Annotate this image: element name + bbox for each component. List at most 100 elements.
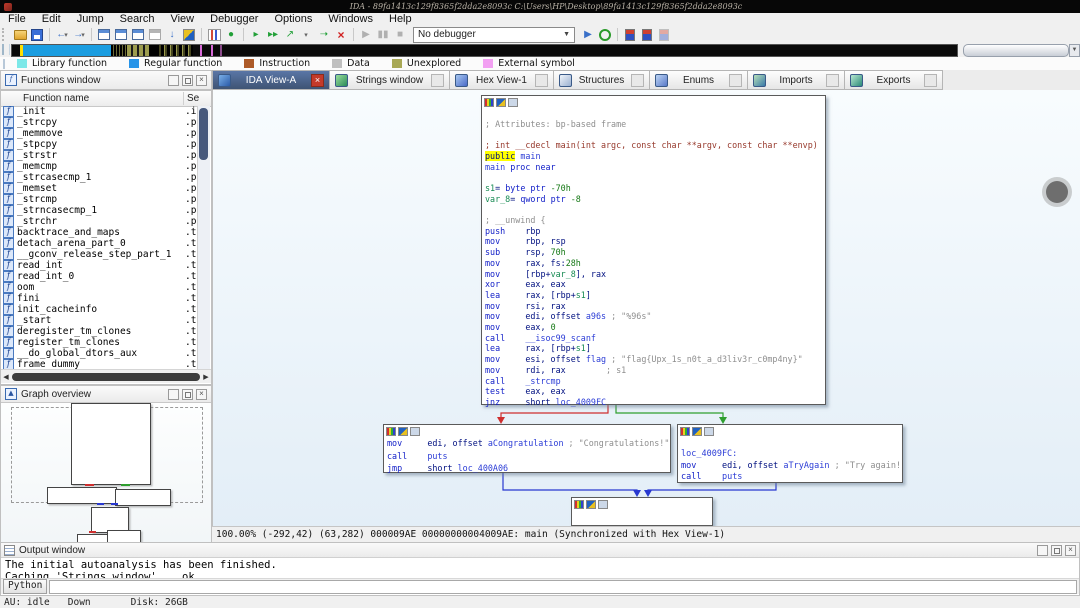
- pointer-tool-button[interactable]: ▶: [580, 27, 596, 42]
- function-row[interactable]: f _strstr .p: [1, 150, 198, 161]
- block-color-icon[interactable]: [386, 426, 396, 436]
- function-row[interactable]: f _memmove .p: [1, 128, 198, 139]
- jump-down-button[interactable]: ↓: [164, 27, 180, 42]
- block-color-icon[interactable]: [680, 426, 690, 436]
- function-row[interactable]: f fini .t: [1, 293, 198, 304]
- start-process-button[interactable]: ▶: [358, 27, 374, 42]
- navigator-button[interactable]: [206, 27, 222, 42]
- functions-close-button[interactable]: ×: [196, 74, 207, 86]
- scroll-left-icon[interactable]: ◀: [1, 373, 11, 381]
- tab-detach-icon[interactable]: [535, 73, 548, 87]
- scrollbar-thumb[interactable]: [12, 372, 200, 381]
- tab-structures[interactable]: Structures: [554, 70, 650, 90]
- refresh-button[interactable]: [597, 27, 613, 42]
- tab-detach-icon[interactable]: [729, 73, 742, 87]
- output-float-button[interactable]: [1051, 544, 1062, 556]
- function-row[interactable]: f oom .t: [1, 282, 198, 293]
- menu-item-search[interactable]: Search: [112, 13, 163, 26]
- tab-enums[interactable]: Enums: [650, 70, 748, 90]
- step-over-button[interactable]: ▸▸: [265, 27, 281, 42]
- function-row[interactable]: f _strncasecmp_1 .p: [1, 205, 198, 216]
- tab-detach-icon[interactable]: [924, 73, 937, 87]
- block-frame-icon[interactable]: [598, 499, 608, 509]
- tab-close-icon[interactable]: ×: [311, 73, 324, 87]
- function-row[interactable]: f init_cacheinfo .t: [1, 304, 198, 315]
- menu-item-help[interactable]: Help: [381, 13, 420, 26]
- functions-horizontal-scrollbar[interactable]: ◀ ▶: [1, 369, 211, 383]
- function-row[interactable]: f read_int .t: [1, 260, 198, 271]
- tab-exports[interactable]: Exports: [845, 70, 943, 90]
- save-button[interactable]: [29, 27, 45, 42]
- output-close-button[interactable]: ×: [1065, 544, 1076, 556]
- graph-overview-close-button[interactable]: ×: [196, 388, 207, 400]
- function-row[interactable]: f read_int_0 .t: [1, 271, 198, 282]
- block-title-bar[interactable]: [678, 425, 902, 436]
- menu-item-options[interactable]: Options: [266, 13, 320, 26]
- function-row[interactable]: f register_tm_clones .t: [1, 337, 198, 348]
- graph-overview-restore-button[interactable]: [168, 388, 179, 400]
- column-segment[interactable]: Se: [187, 93, 199, 104]
- tab-detach-icon[interactable]: [826, 73, 839, 87]
- block-edit-icon[interactable]: [692, 426, 702, 436]
- scroll-right-icon[interactable]: ▶: [201, 373, 211, 381]
- function-row[interactable]: f frame_dummy .t: [1, 359, 198, 369]
- tab-ida-view-a[interactable]: IDA View-A ×: [212, 70, 330, 90]
- tab-hex-view-1[interactable]: Hex View-1: [450, 70, 554, 90]
- add-breakpoint-button[interactable]: [639, 27, 655, 42]
- function-row[interactable]: f deregister_tm_clones .t: [1, 326, 198, 337]
- attach-button[interactable]: ➝: [316, 27, 332, 42]
- navigate-back-button[interactable]: ← ▾: [54, 27, 70, 42]
- tab-imports[interactable]: Imports: [748, 70, 845, 90]
- basic-block-main[interactable]: ; Attributes: bp-based frame ; int __cde…: [481, 95, 826, 407]
- graph-overview-minimap[interactable]: [1, 403, 211, 542]
- tab-detach-icon[interactable]: [631, 73, 644, 87]
- breakpoint-list-button[interactable]: [622, 27, 638, 42]
- function-row[interactable]: f _strcpy .p: [1, 117, 198, 128]
- step-into-button[interactable]: ▸: [248, 27, 264, 42]
- legend-drag-handle[interactable]: [3, 58, 9, 69]
- function-row[interactable]: f _strcmp .p: [1, 194, 198, 205]
- block-title-bar[interactable]: [482, 96, 825, 107]
- window-tile-button[interactable]: [130, 27, 146, 42]
- function-row[interactable]: f backtrace_and_maps .t: [1, 227, 198, 238]
- column-divider[interactable]: [183, 92, 184, 105]
- function-row[interactable]: f _start .t: [1, 315, 198, 326]
- disabled-breakpoint-button[interactable]: [656, 27, 672, 42]
- function-row[interactable]: f _memcmp .p: [1, 161, 198, 172]
- function-row[interactable]: f __gconv_release_step_part_1 .t: [1, 249, 198, 260]
- block-frame-icon[interactable]: [410, 426, 420, 436]
- functions-restore-button[interactable]: [168, 74, 179, 86]
- block-title-bar[interactable]: [572, 498, 712, 509]
- menu-item-edit[interactable]: Edit: [34, 13, 69, 26]
- block-color-icon[interactable]: [574, 499, 584, 509]
- function-row[interactable]: f detach_arena_part_0 .t: [1, 238, 198, 249]
- block-title-bar[interactable]: [384, 425, 670, 436]
- jump-target-button[interactable]: [181, 27, 197, 42]
- block-edit-icon[interactable]: [586, 499, 596, 509]
- navigation-band[interactable]: [11, 44, 958, 57]
- functions-float-button[interactable]: [182, 74, 193, 86]
- function-row[interactable]: f _init .i: [1, 106, 198, 117]
- debug-dropdown-button[interactable]: ▾: [299, 27, 315, 42]
- menu-item-file[interactable]: File: [0, 13, 34, 26]
- column-function-name[interactable]: Function name: [23, 93, 89, 104]
- navband-options-button[interactable]: ▼: [1069, 44, 1080, 57]
- menu-item-debugger[interactable]: Debugger: [202, 13, 266, 26]
- block-frame-icon[interactable]: [704, 426, 714, 436]
- basic-block-try-again[interactable]: loc_4009FC: mov edi, offset aTryAgain ; "…: [677, 424, 903, 483]
- ida-graph-view[interactable]: ; Attributes: bp-based frame ; int __cde…: [212, 90, 1080, 526]
- tab-strings-window[interactable]: Strings window: [330, 70, 450, 90]
- function-row[interactable]: f _memset .p: [1, 183, 198, 194]
- basic-block-congratulations[interactable]: mov edi, offset aCongratulation ; "Congr…: [383, 424, 671, 473]
- block-edit-icon[interactable]: [496, 97, 506, 107]
- function-row[interactable]: f _strchr .p: [1, 216, 198, 227]
- tab-detach-icon[interactable]: [431, 73, 444, 87]
- graph-overview-float-button[interactable]: [182, 388, 193, 400]
- navband-zoom-scrollbar[interactable]: [963, 44, 1069, 57]
- function-row[interactable]: f __do_global_dtors_aux .t: [1, 348, 198, 359]
- window-close-all-button[interactable]: [147, 27, 163, 42]
- menu-item-view[interactable]: View: [162, 13, 202, 26]
- open-file-button[interactable]: [12, 27, 28, 42]
- output-restore-button[interactable]: [1037, 544, 1048, 556]
- basic-block-join[interactable]: [571, 497, 713, 526]
